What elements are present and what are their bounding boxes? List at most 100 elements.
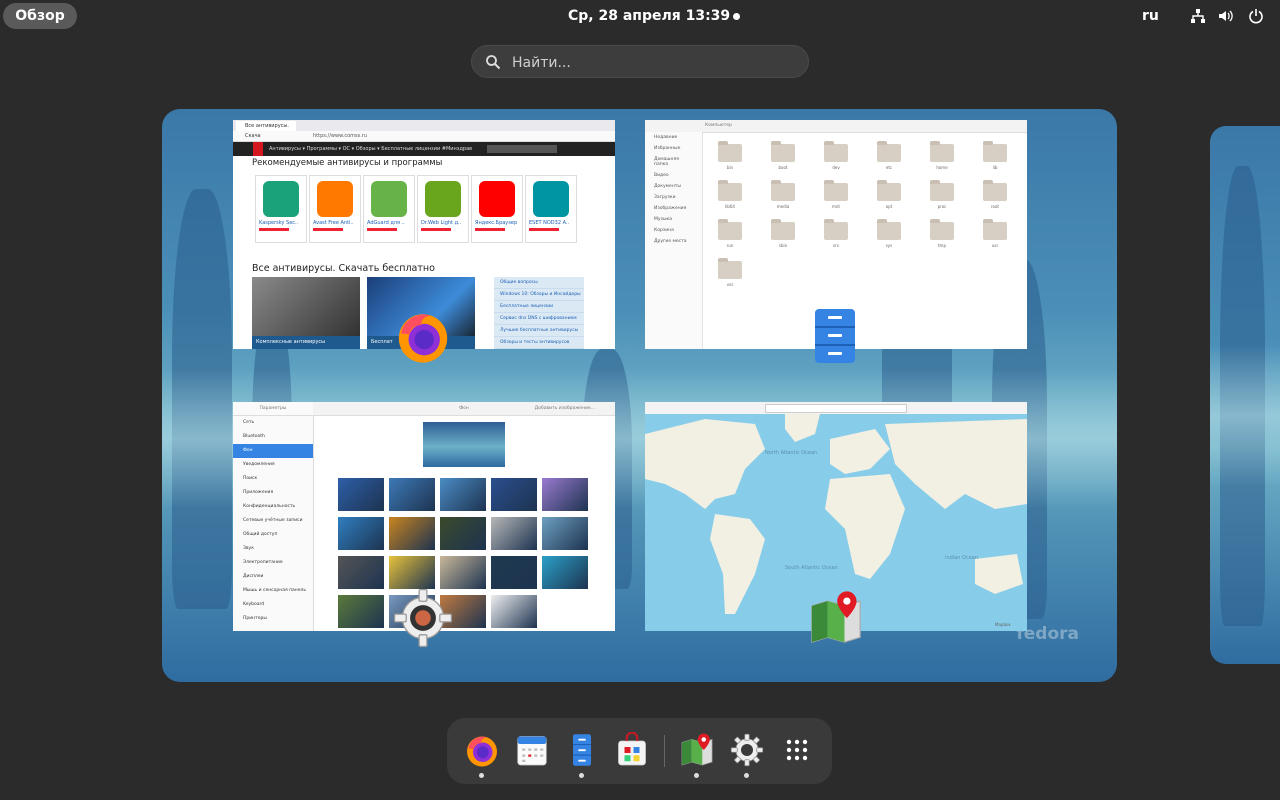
folder-icon bbox=[983, 180, 1007, 201]
app-card: Kaspersky Sec.. bbox=[255, 175, 307, 243]
folder-label: usr bbox=[991, 243, 999, 248]
wallpaper-thumbnail bbox=[338, 556, 384, 589]
settings-sidebar-item: Дисплеи bbox=[243, 574, 264, 579]
folder-icon bbox=[930, 141, 954, 162]
folder-label: tmp bbox=[937, 243, 946, 248]
settings-sidebar-item: Конфиденциальность bbox=[243, 504, 296, 509]
settings-sidebar-title: Параметры bbox=[233, 402, 313, 416]
wallpaper-thumbnail bbox=[338, 478, 384, 511]
app-logo-icon bbox=[317, 181, 353, 217]
map-attribution: Mapbox bbox=[995, 622, 1011, 627]
side-link: Обзоры и тесты антивирусов bbox=[494, 337, 584, 349]
search-input[interactable] bbox=[510, 51, 794, 75]
app-card-name: Avast Free Anti.. bbox=[313, 220, 354, 226]
folder-icon bbox=[824, 141, 848, 162]
folder-label: media bbox=[776, 204, 790, 209]
settings-sidebar-item: Мышь и сенсорная панель bbox=[243, 588, 307, 593]
folder-label: dev bbox=[832, 165, 840, 170]
folder-label: root bbox=[990, 204, 1000, 209]
wallpaper-thumbnail bbox=[542, 517, 588, 550]
files-sidebar-item: Другие места bbox=[654, 239, 687, 244]
side-link: Общие вопросы bbox=[494, 277, 584, 289]
settings-sidebar-item: Электропитание bbox=[243, 560, 283, 565]
settings-sidebar-item: Поиск bbox=[243, 476, 258, 481]
settings-sidebar-item: Сеть bbox=[243, 420, 255, 425]
dash bbox=[447, 718, 832, 784]
search-entry[interactable] bbox=[471, 45, 809, 78]
app-card-name: Kaspersky Sec.. bbox=[259, 220, 299, 226]
folder-label: sbin bbox=[778, 243, 788, 248]
files-sidebar-item: Избранные bbox=[654, 146, 681, 151]
top-bar: Обзор Ср, 28 апреля 13:39 ru bbox=[0, 0, 1280, 32]
folder-icon bbox=[930, 219, 954, 240]
dash-firefox-icon[interactable] bbox=[464, 732, 500, 768]
dash-maps-icon[interactable] bbox=[679, 732, 715, 768]
wallpaper-thumbnail bbox=[389, 517, 435, 550]
wallpaper-thumbnail bbox=[440, 478, 486, 511]
running-indicator bbox=[694, 773, 699, 778]
wallpaper-thumbnail bbox=[491, 517, 537, 550]
folder-label: mnt bbox=[832, 204, 840, 209]
folder-label: lib bbox=[992, 165, 998, 170]
app-card-name: Яндекс.Браузер bbox=[475, 220, 518, 226]
folder-icon bbox=[771, 180, 795, 201]
folder-label: var bbox=[726, 282, 734, 287]
folder-icon bbox=[718, 258, 742, 279]
folder-label: lib64 bbox=[725, 204, 735, 209]
folder-label: proc bbox=[937, 204, 947, 209]
folder-icon bbox=[824, 219, 848, 240]
site-nav-menu: Антивирусы ▾ Программы ▾ ОС ▾ Обзоры ▾ Б… bbox=[269, 146, 473, 152]
wallpaper-thumbnail bbox=[491, 478, 537, 511]
files-sidebar-item: Корзина bbox=[654, 228, 674, 233]
dash-calendar-icon[interactable] bbox=[514, 732, 550, 768]
keyboard-layout-indicator[interactable]: ru bbox=[1142, 0, 1159, 32]
app-logo-icon bbox=[425, 181, 461, 217]
map-label-s-atlantic: South Atlantic Ocean bbox=[785, 565, 838, 571]
heading-all-antivirus: Все антивирусы. Скачать бесплатно bbox=[252, 263, 435, 274]
workspace-thumbnail[interactable]: fedora Все антивирусы. Скача https://www… bbox=[162, 109, 1117, 682]
folder-icon bbox=[718, 219, 742, 240]
map-label-n-atlantic: North Atlantic Ocean bbox=[765, 450, 817, 456]
app-logo-icon bbox=[263, 181, 299, 217]
power-icon[interactable] bbox=[1248, 8, 1264, 24]
map-label-indian: Indian Ocean bbox=[945, 555, 978, 561]
side-link: Сервис dns DNS с шифрованием bbox=[494, 313, 584, 325]
app-card: Avast Free Anti.. bbox=[309, 175, 361, 243]
clock-datetime[interactable]: Ср, 28 апреля 13:39 bbox=[568, 0, 730, 32]
folder-label: sys bbox=[885, 243, 893, 248]
app-card-name: ESET NOD32 A.. bbox=[529, 220, 570, 226]
settings-icon bbox=[393, 588, 453, 648]
running-indicator bbox=[744, 773, 749, 778]
folder-label: opt bbox=[885, 204, 893, 209]
app-logo-icon bbox=[371, 181, 407, 217]
files-sidebar-item: Недавние bbox=[654, 135, 678, 140]
dash-settings-icon[interactable] bbox=[729, 732, 765, 768]
browser-url: https://www.comss.ru bbox=[233, 131, 615, 142]
dash-files-icon[interactable] bbox=[564, 732, 600, 768]
files-sidebar-item: Загрузки bbox=[654, 195, 676, 200]
folder-icon bbox=[983, 141, 1007, 162]
running-indicator bbox=[479, 773, 484, 778]
folder-label: etc bbox=[885, 165, 893, 170]
folder-icon bbox=[824, 180, 848, 201]
app-card: Яндекс.Браузер bbox=[471, 175, 523, 243]
files-sidebar-item: Видео bbox=[654, 173, 669, 178]
volume-icon[interactable] bbox=[1218, 8, 1234, 24]
add-picture-button: Добавить изображение... bbox=[534, 406, 595, 411]
show-apps-grid-icon[interactable] bbox=[779, 732, 815, 768]
folder-icon bbox=[930, 180, 954, 201]
wallpaper-thumbnail bbox=[338, 517, 384, 550]
workspace-2-thumbnail[interactable] bbox=[1210, 126, 1280, 664]
activities-button[interactable]: Обзор bbox=[3, 3, 77, 29]
settings-sidebar-item: Принтеры bbox=[243, 616, 267, 621]
heading-recommended: Рекомендуемые антивирусы и программы bbox=[252, 158, 443, 168]
side-link: Лучшие бесплатные антивирусы bbox=[494, 325, 584, 337]
side-link: Windows 10: Обзоры и Инсайдеры bbox=[494, 289, 584, 301]
dash-software-icon[interactable] bbox=[614, 732, 650, 768]
app-logo-icon bbox=[533, 181, 569, 217]
network-icon[interactable] bbox=[1190, 8, 1206, 24]
folder-icon bbox=[718, 180, 742, 201]
wallpaper-thumbnail bbox=[389, 478, 435, 511]
folder-icon bbox=[771, 141, 795, 162]
folder-label: boot bbox=[778, 165, 788, 170]
